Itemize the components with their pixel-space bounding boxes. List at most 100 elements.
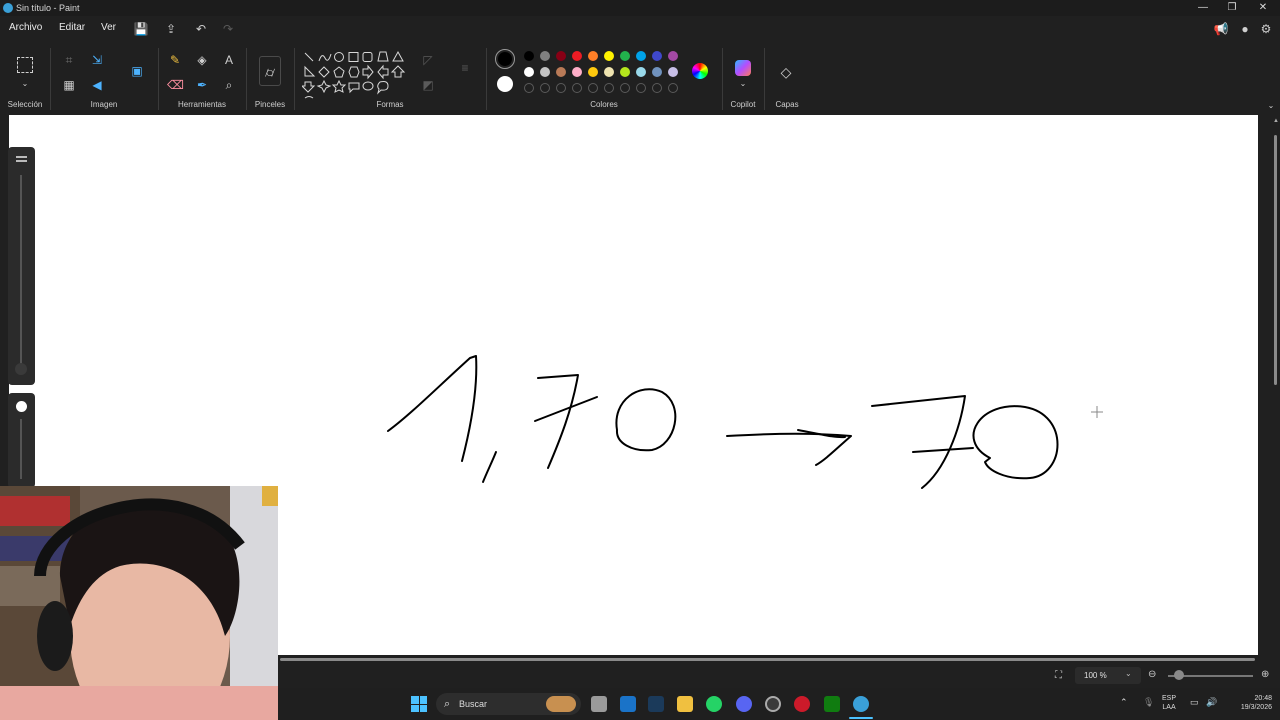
rotate-icon[interactable]: ◀ xyxy=(89,77,105,93)
edit-colors-icon[interactable] xyxy=(692,63,708,79)
zoom-dropdown[interactable]: 100 % ⌄ xyxy=(1075,667,1141,684)
size-slider-track[interactable] xyxy=(20,175,22,370)
zoom-in-icon[interactable]: ⊕ xyxy=(1261,669,1269,680)
selection-icon[interactable] xyxy=(17,57,33,73)
color-swatch[interactable] xyxy=(668,51,678,61)
color-swatch[interactable] xyxy=(588,51,598,61)
undo-icon[interactable]: ↶ xyxy=(193,21,209,37)
pencil-icon[interactable]: ✎ xyxy=(167,52,183,68)
color-swatch[interactable] xyxy=(620,51,630,61)
color-swatch[interactable] xyxy=(620,67,630,77)
line-width-icon[interactable]: ≡ xyxy=(457,60,473,76)
color-swatch[interactable] xyxy=(588,83,598,93)
color-swatch[interactable] xyxy=(540,51,550,61)
size-slider-thumb[interactable] xyxy=(15,363,27,375)
language-indicator[interactable]: ESP LAA xyxy=(1162,694,1176,712)
color-swatch[interactable] xyxy=(572,83,582,93)
fit-to-window-icon[interactable]: ⛶ xyxy=(1055,670,1062,681)
paint-taskbar-icon[interactable] xyxy=(853,696,869,712)
feedback-icon[interactable]: 📢 xyxy=(1213,21,1229,37)
color-swatch[interactable] xyxy=(636,67,646,77)
digit-zero-stroke-2 xyxy=(972,405,1059,480)
color-swatch[interactable] xyxy=(524,83,534,93)
horizontal-scrollbar[interactable] xyxy=(278,655,1270,663)
vertical-scroll-thumb[interactable] xyxy=(1274,135,1277,385)
chevron-up-icon[interactable]: ⌃ xyxy=(1120,698,1128,707)
color1-selector[interactable] xyxy=(495,49,515,69)
color-swatch[interactable] xyxy=(652,51,662,61)
image-creator-icon[interactable]: ▣ xyxy=(129,63,145,79)
save-icon[interactable]: 💾 xyxy=(133,21,149,37)
shapes-gallery[interactable] xyxy=(302,50,406,100)
clock[interactable]: 20:48 19/3/2026 xyxy=(1228,694,1272,712)
steam-icon[interactable] xyxy=(648,696,664,712)
color-swatch[interactable] xyxy=(636,83,646,93)
opera-icon[interactable] xyxy=(794,696,810,712)
brush-icon[interactable]: ⌭ xyxy=(259,56,281,86)
whatsapp-icon[interactable] xyxy=(706,696,722,712)
task-view-icon[interactable] xyxy=(591,696,607,712)
start-button-icon[interactable] xyxy=(411,696,427,712)
layers-icon[interactable]: ◇ xyxy=(778,64,794,80)
resize-icon[interactable]: ⇲ xyxy=(89,52,105,68)
discord-icon[interactable] xyxy=(736,696,752,712)
color-swatch[interactable] xyxy=(572,51,582,61)
volume-icon[interactable]: 🔊 xyxy=(1206,698,1217,707)
horizontal-scroll-thumb[interactable] xyxy=(280,658,1255,661)
zoom-out-icon[interactable]: ⊖ xyxy=(1148,669,1156,680)
color-swatch[interactable] xyxy=(524,51,534,61)
color-swatch[interactable] xyxy=(620,83,630,93)
chevron-down-icon[interactable]: ⌄ xyxy=(17,76,33,92)
color-swatch[interactable] xyxy=(540,67,550,77)
network-icon[interactable]: ▭ xyxy=(1190,698,1199,707)
taskbar-search[interactable]: ⌕ Buscar xyxy=(436,693,581,715)
color-swatch[interactable] xyxy=(668,67,678,77)
color-swatch[interactable] xyxy=(524,67,534,77)
color-swatch[interactable] xyxy=(652,67,662,77)
color-swatch[interactable] xyxy=(588,67,598,77)
menu-editar[interactable]: Editar xyxy=(59,22,85,33)
color-swatch[interactable] xyxy=(556,51,566,61)
crop-icon[interactable]: ⌗ xyxy=(61,52,77,68)
outline-icon[interactable]: ◸ xyxy=(420,52,436,68)
eraser-icon[interactable]: ⌫ xyxy=(167,77,184,93)
text-tool-icon[interactable]: A xyxy=(221,52,237,68)
color2-swatch[interactable] xyxy=(497,76,513,92)
vertical-scrollbar[interactable]: ▲ xyxy=(1271,115,1280,660)
obs-icon[interactable] xyxy=(765,696,781,712)
file-explorer-icon[interactable] xyxy=(677,696,693,712)
color-swatch[interactable] xyxy=(540,83,550,93)
chevron-down-icon[interactable]: ⌄ xyxy=(735,76,751,92)
account-icon[interactable]: ● xyxy=(1237,21,1253,37)
color-swatch[interactable] xyxy=(604,83,614,93)
menu-archivo[interactable]: Archivo xyxy=(9,22,42,33)
scroll-up-icon[interactable]: ▲ xyxy=(1273,118,1279,124)
color-swatch[interactable] xyxy=(572,67,582,77)
color-swatch[interactable] xyxy=(604,51,614,61)
opacity-slider-track[interactable] xyxy=(20,419,22,479)
redo-icon[interactable]: ↷ xyxy=(220,21,236,37)
color-swatch[interactable] xyxy=(636,51,646,61)
remove-background-icon[interactable]: ▦ xyxy=(61,77,77,93)
color-swatch[interactable] xyxy=(556,83,566,93)
fill-icon[interactable]: ◩ xyxy=(420,77,436,93)
outlook-icon[interactable] xyxy=(620,696,636,712)
ribbon: ⌄ Selección ⌗ ⇲ ▣ ▦ ◀ Imagen ✎ ◈ A ⌫ ✒ ⌕… xyxy=(0,42,1280,115)
settings-gear-icon[interactable]: ⚙ xyxy=(1258,21,1274,37)
color-swatch[interactable] xyxy=(556,67,566,77)
restore-button[interactable]: ❐ xyxy=(1215,0,1249,16)
zoom-slider-thumb[interactable] xyxy=(1174,670,1184,680)
color-swatch[interactable] xyxy=(604,67,614,77)
share-icon[interactable]: ⇪ xyxy=(163,21,179,37)
magnifier-icon[interactable]: ⌕ xyxy=(221,77,237,93)
microphone-icon[interactable]: 🎙 xyxy=(1143,698,1154,707)
close-button[interactable]: ✕ xyxy=(1246,0,1280,16)
fill-bucket-icon[interactable]: ◈ xyxy=(194,52,210,68)
color-picker-icon[interactable]: ✒ xyxy=(194,77,210,93)
color-swatch[interactable] xyxy=(652,83,662,93)
menu-ver[interactable]: Ver xyxy=(101,22,116,33)
copilot-icon[interactable] xyxy=(735,60,751,76)
xbox-icon[interactable] xyxy=(824,696,840,712)
color-swatch[interactable] xyxy=(668,83,678,93)
collapse-ribbon-icon[interactable]: ⌄ xyxy=(1263,98,1279,114)
